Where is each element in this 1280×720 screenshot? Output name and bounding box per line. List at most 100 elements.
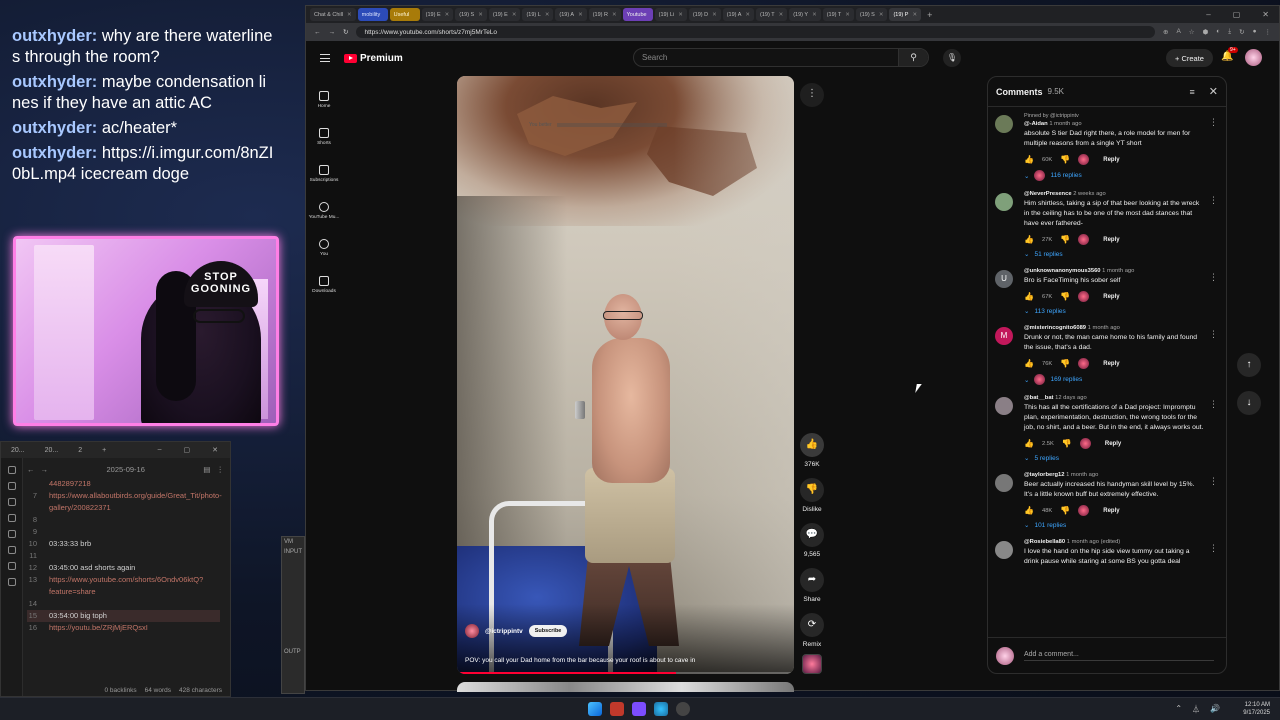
- search-input[interactable]: Search ⚲: [633, 48, 929, 67]
- browser-tab[interactable]: Useful: [389, 8, 420, 21]
- comment-more-icon[interactable]: ⋮: [1209, 543, 1218, 554]
- comment-more-icon[interactable]: ⋮: [1209, 195, 1218, 206]
- browser-tab[interactable]: (19) S ✕: [855, 8, 888, 21]
- browser-tab[interactable]: (19) T ✕: [756, 8, 788, 21]
- network-icon[interactable]: ⏃: [1192, 704, 1200, 715]
- extension-icon[interactable]: ⬢: [1203, 28, 1209, 36]
- more-options-icon[interactable]: ⋮: [217, 465, 225, 474]
- maximize-icon[interactable]: ▢: [178, 446, 197, 454]
- dislike-icon[interactable]: 👎: [1060, 506, 1070, 515]
- commenter-avatar[interactable]: U: [995, 270, 1013, 288]
- tab-close-icon[interactable]: ✕: [445, 12, 450, 18]
- note-link[interactable]: https://www.youtube.com/shorts/6Ondv06kt…: [49, 574, 220, 598]
- reply-button[interactable]: Reply: [1103, 361, 1119, 367]
- show-replies-button[interactable]: ⌄ 113 replies: [1024, 307, 1204, 316]
- create-button[interactable]: + Create: [1166, 49, 1213, 67]
- nav-item-youtube-mu[interactable]: YouTube Mu...: [306, 192, 342, 229]
- tab-close-icon[interactable]: ✕: [845, 12, 850, 18]
- translate-icon[interactable]: A: [1176, 28, 1180, 36]
- browser-tab[interactable]: (19) Li ✕: [654, 8, 687, 21]
- nav-item-shorts[interactable]: Shorts: [306, 118, 342, 155]
- comments-icon[interactable]: 💬: [800, 523, 824, 547]
- like-icon[interactable]: 👍: [1024, 359, 1034, 368]
- chat-username[interactable]: outxhyder:: [12, 144, 97, 162]
- close-icon[interactable]: ✕: [1209, 85, 1218, 98]
- obsidian-icon[interactable]: [632, 702, 646, 716]
- random-note-icon[interactable]: [7, 562, 16, 570]
- note-link[interactable]: https://www.allaboutbirds.org/guide/Grea…: [49, 490, 222, 514]
- like-icon[interactable]: 👍: [1024, 439, 1034, 448]
- video-title[interactable]: POV: you call your Dad home from the bar…: [465, 656, 725, 666]
- subscribe-button[interactable]: Subscribe: [528, 625, 568, 637]
- nav-item-subscriptions[interactable]: Subscriptions: [306, 155, 342, 192]
- commenter-avatar[interactable]: [995, 115, 1013, 133]
- youtube-logo[interactable]: Premium: [344, 53, 403, 64]
- dislike-icon[interactable]: 👎: [800, 478, 824, 502]
- reload-icon[interactable]: ↻: [343, 28, 348, 36]
- tab-close-icon[interactable]: ✕: [678, 12, 683, 18]
- nav-item-downloads[interactable]: Downloads: [306, 266, 342, 303]
- browser-tab[interactable]: (19) A ✕: [722, 8, 754, 21]
- start-icon[interactable]: [588, 702, 602, 716]
- browser-tab[interactable]: Youtube: [622, 8, 653, 21]
- comments-list[interactable]: Pinned by @ictrippintv @-Aidan 1 month ag…: [988, 109, 1226, 635]
- close-icon[interactable]: ✕: [206, 446, 224, 454]
- chat-username[interactable]: outxhyder:: [12, 119, 97, 137]
- voice-search-icon[interactable]: 🎙: [943, 49, 961, 67]
- nav-item-home[interactable]: Home: [306, 81, 342, 118]
- tab-close-icon[interactable]: ✕: [812, 12, 817, 18]
- close-icon[interactable]: ✕: [1262, 10, 1269, 19]
- reply-button[interactable]: Reply: [1103, 294, 1119, 300]
- terminal-icon[interactable]: [7, 546, 16, 554]
- comment-author[interactable]: @-Aidan: [1024, 121, 1048, 127]
- commenter-avatar[interactable]: M: [995, 327, 1013, 345]
- install-icon[interactable]: ⊕: [1163, 28, 1168, 36]
- minimize-icon[interactable]: –: [1206, 10, 1210, 19]
- tab-close-icon[interactable]: ✕: [512, 12, 517, 18]
- commenter-avatar[interactable]: [995, 474, 1013, 492]
- add-comment-input[interactable]: Add a comment...: [1024, 651, 1214, 661]
- taskbar-clock[interactable]: 12:10 AM 9/17/2025: [1243, 701, 1270, 717]
- dislike-icon[interactable]: 👎: [1062, 439, 1072, 448]
- browser-tab[interactable]: (19) Y ✕: [789, 8, 821, 21]
- app-icon[interactable]: [610, 702, 624, 716]
- calendar-icon[interactable]: [7, 514, 16, 522]
- tab-close-icon[interactable]: ✕: [347, 12, 352, 18]
- back-arrow-icon[interactable]: ←: [27, 465, 35, 474]
- comment-author[interactable]: @Rosiebella80: [1024, 539, 1065, 545]
- tab-close-icon[interactable]: ✕: [578, 12, 583, 18]
- note-editor[interactable]: 4482897218 7 https://www.allaboutbirds.org…: [27, 478, 222, 634]
- next-short-button[interactable]: ↓: [1237, 391, 1261, 415]
- tab-close-icon[interactable]: ✕: [912, 12, 917, 18]
- show-replies-button[interactable]: ⌄ 101 replies: [1024, 521, 1204, 530]
- chat-username[interactable]: outxhyder:: [12, 73, 97, 91]
- forward-icon[interactable]: →: [329, 29, 336, 36]
- tab-close-icon[interactable]: ✕: [779, 12, 784, 18]
- remix-icon[interactable]: ⟳: [800, 613, 824, 637]
- account-avatar[interactable]: [1245, 49, 1262, 66]
- tab-close-icon[interactable]: ✕: [712, 12, 717, 18]
- files-icon[interactable]: [7, 466, 16, 474]
- comment-more-icon[interactable]: ⋮: [1209, 476, 1218, 487]
- new-tab-icon[interactable]: +: [927, 10, 932, 20]
- obs-icon[interactable]: [676, 702, 690, 716]
- reply-button[interactable]: Reply: [1105, 441, 1121, 447]
- comment-author[interactable]: @unknownanonymous3560: [1024, 268, 1101, 274]
- like-icon[interactable]: 👍: [1024, 155, 1034, 164]
- commenter-avatar[interactable]: [995, 541, 1013, 559]
- templates-icon[interactable]: [7, 530, 16, 538]
- new-tab-icon[interactable]: +: [96, 447, 112, 454]
- sync-icon[interactable]: ↻: [1239, 28, 1244, 36]
- backlinks-count[interactable]: 0 backlinks: [104, 687, 136, 694]
- note-link[interactable]: 4482897218: [49, 478, 91, 490]
- tab-close-icon[interactable]: ✕: [745, 12, 750, 18]
- show-replies-button[interactable]: ⌄ 116 replies: [1024, 170, 1204, 181]
- reading-view-icon[interactable]: ▤: [203, 465, 210, 474]
- back-icon[interactable]: ←: [314, 29, 321, 36]
- like-icon[interactable]: 👍: [1024, 235, 1034, 244]
- browser-tab[interactable]: mobility: [357, 8, 388, 21]
- extension-icon[interactable]: ◐: [1216, 28, 1220, 36]
- notes-tab[interactable]: 2: [72, 447, 88, 454]
- notes-tab[interactable]: 20...: [5, 447, 31, 454]
- forward-arrow-icon[interactable]: →: [41, 465, 49, 474]
